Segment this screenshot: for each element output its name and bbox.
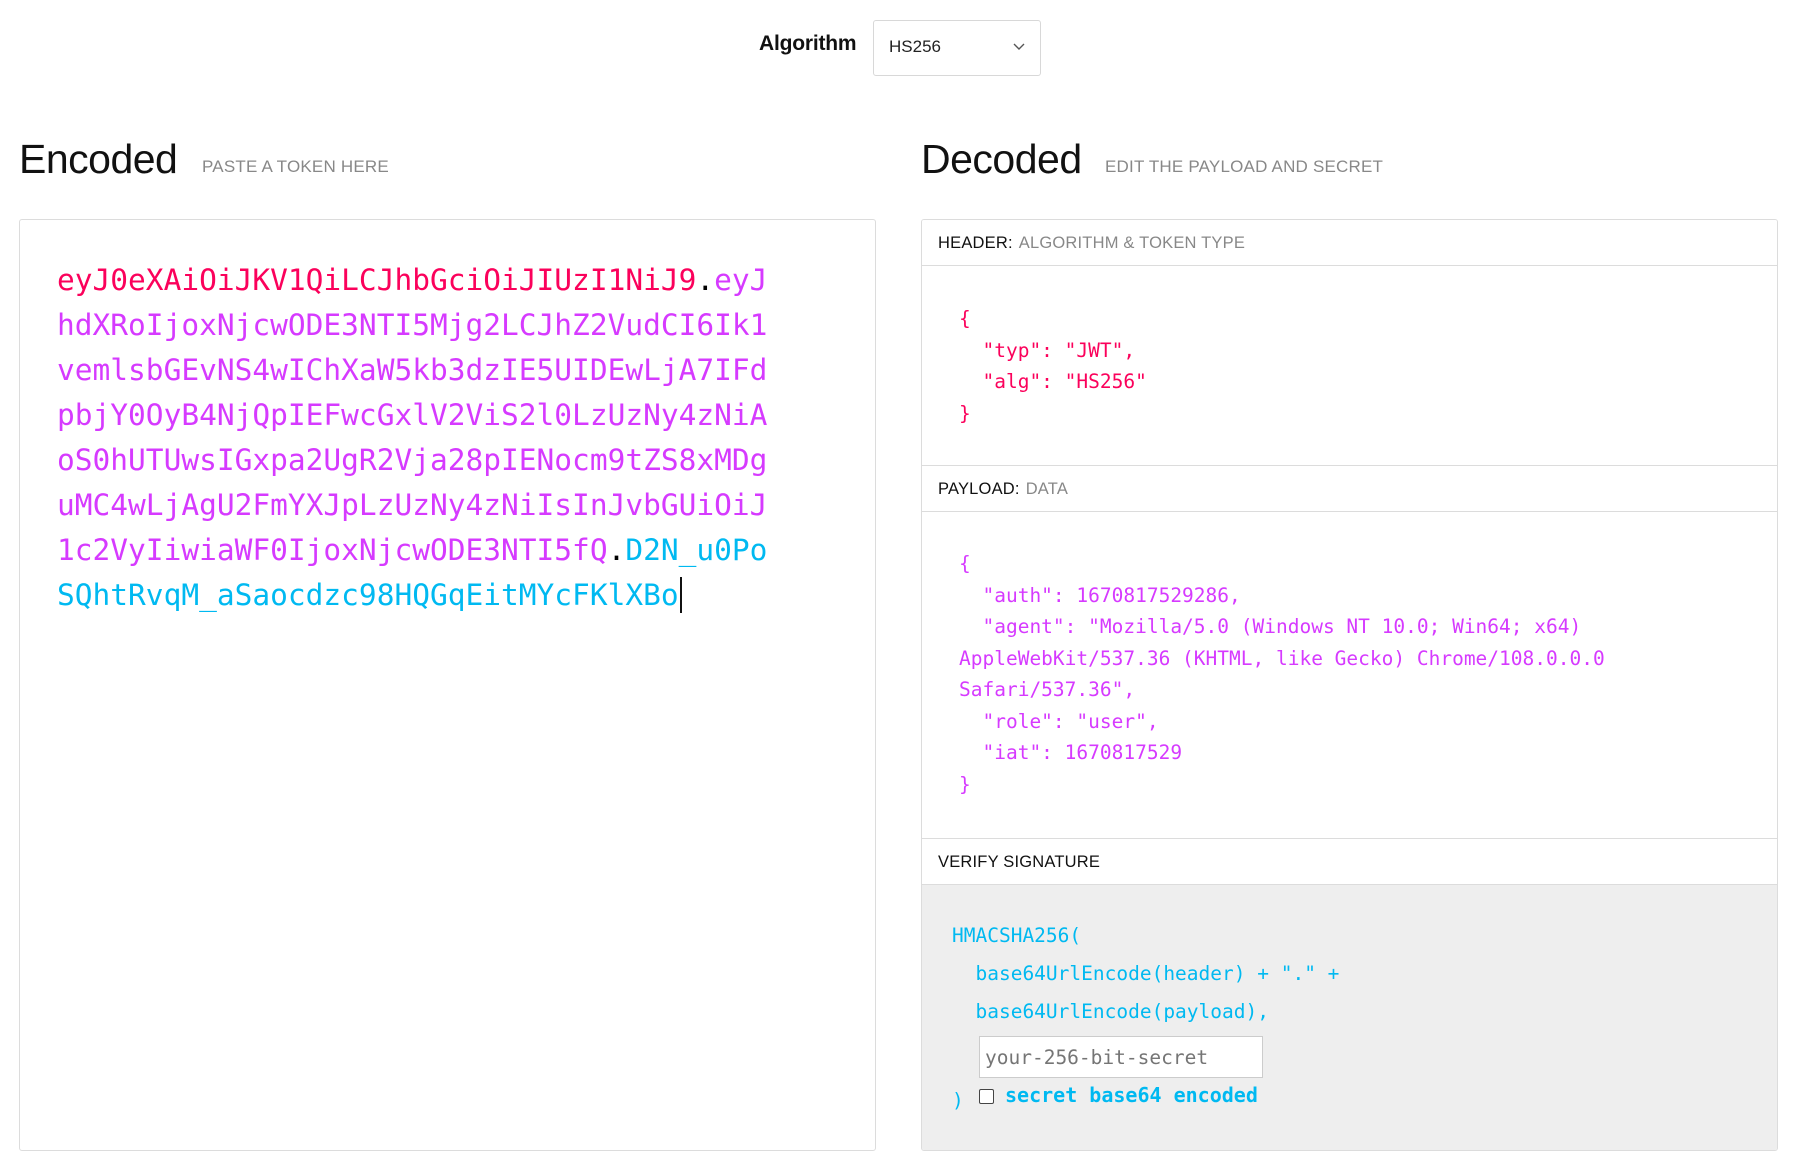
- token-header-part: eyJ0eXAiOiJKV1QiLCJhbGciOiJIUzI1NiJ9: [57, 263, 697, 297]
- json-line: "iat": 1670817529: [959, 741, 1183, 764]
- payload-json-editor[interactable]: { "auth": 1670817529286, "agent": "Mozil…: [959, 548, 1605, 800]
- token-payload-part: eyJhdXRoIjoxNjcwODE3NTI5Mjg2LCJhZ2VudCI6…: [57, 263, 768, 567]
- json-line: "agent": "Mozilla/5.0 (Windows NT 10.0; …: [959, 615, 1582, 638]
- json-line: AppleWebKit/537.36 (KHTML, like Gecko) C…: [959, 646, 1605, 670]
- formula-line: base64UrlEncode(header) + "." +: [952, 962, 1340, 985]
- chevron-down-icon: [1013, 43, 1025, 50]
- secret-input[interactable]: [979, 1036, 1263, 1078]
- text-cursor: [679, 577, 682, 613]
- formula-line: base64UrlEncode(payload),: [952, 1000, 1269, 1023]
- algorithm-select[interactable]: HS256: [873, 20, 1041, 76]
- verify-formula: HMACSHA256( base64UrlEncode(header) + ".…: [952, 917, 1339, 1031]
- algorithm-label: Algorithm: [759, 32, 857, 55]
- payload-section-sub: DATA: [1025, 480, 1069, 498]
- header-section-sub: ALGORITHM & TOKEN TYPE: [1018, 234, 1246, 252]
- header-section-label: HEADER:: [938, 234, 1013, 252]
- decoded-subtitle: EDIT THE PAYLOAD AND SECRET: [1105, 157, 1384, 176]
- header-section-title: HEADER: ALGORITHM & TOKEN TYPE: [922, 220, 1777, 266]
- encoded-token-editor[interactable]: eyJ0eXAiOiJKV1QiLCJhbGciOiJIUzI1NiJ9.eyJ…: [19, 219, 876, 1151]
- token-dot: .: [607, 533, 626, 567]
- verify-section-label: VERIFY SIGNATURE: [938, 853, 1101, 871]
- verify-section-title: VERIFY SIGNATURE: [922, 839, 1777, 885]
- header-json-editor[interactable]: { "typ": "JWT", "alg": "HS256"}: [959, 303, 1147, 429]
- encoded-title: Encoded: [19, 136, 178, 182]
- json-line: {: [959, 552, 971, 575]
- json-line: Safari/537.36",: [959, 678, 1136, 701]
- json-line: {: [959, 307, 971, 330]
- token-text[interactable]: eyJ0eXAiOiJKV1QiLCJhbGciOiJIUzI1NiJ9.eyJ…: [57, 258, 777, 618]
- json-line: "alg": "HS256": [959, 370, 1147, 393]
- verify-signature-body: HMACSHA256( base64UrlEncode(header) + ".…: [922, 885, 1777, 1150]
- json-line: "auth": 1670817529286,: [959, 583, 1241, 607]
- close-paren: ): [952, 1089, 964, 1112]
- algorithm-row: Algorithm HS256: [0, 20, 1803, 76]
- json-line: }: [959, 401, 971, 425]
- json-line: "role": "user",: [959, 709, 1159, 733]
- formula-line: HMACSHA256(: [952, 924, 1082, 947]
- encoded-subtitle: PASTE A TOKEN HERE: [202, 157, 389, 176]
- decoded-panel: HEADER: ALGORITHM & TOKEN TYPE { "typ": "…: [921, 219, 1778, 1151]
- secret-base64-checkbox[interactable]: [979, 1089, 994, 1104]
- secret-base64-label[interactable]: secret base64 encoded: [1005, 1083, 1258, 1107]
- payload-section-label: PAYLOAD:: [938, 480, 1020, 498]
- token-dot: .: [696, 263, 715, 297]
- decoded-title: Decoded: [921, 136, 1082, 182]
- json-line: }: [959, 772, 971, 796]
- payload-section-title: PAYLOAD: DATA: [922, 466, 1777, 512]
- json-line: "typ": "JWT",: [959, 338, 1136, 362]
- algorithm-select-value: HS256: [889, 37, 941, 56]
